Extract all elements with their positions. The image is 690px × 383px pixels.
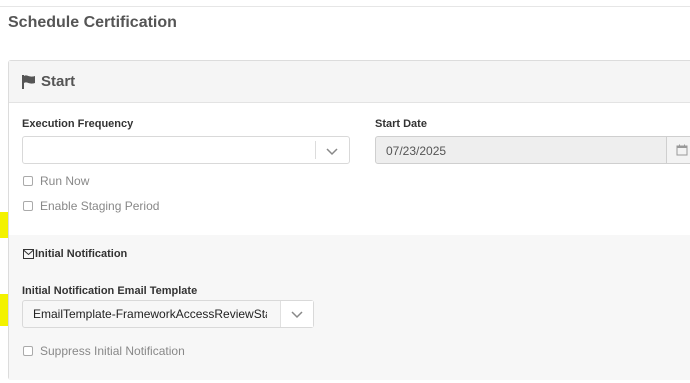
run-now-label: Run Now (40, 174, 90, 188)
checkbox-box[interactable] (23, 201, 33, 211)
checkbox-box[interactable] (23, 176, 33, 186)
email-template-value: EmailTemplate-FrameworkAccessReviewSta (33, 307, 267, 321)
enable-staging-label: Enable Staging Period (40, 199, 160, 213)
email-template-label: Initial Notification Email Template (22, 285, 198, 297)
panel-header: Start (9, 61, 690, 103)
email-template-select[interactable]: EmailTemplate-FrameworkAccessReviewSta (22, 300, 314, 328)
start-date-label: Start Date (375, 118, 427, 130)
envelope-icon (23, 249, 34, 259)
checkbox-box[interactable] (23, 346, 33, 356)
suppress-notification-label: Suppress Initial Notification (40, 344, 185, 358)
select-divider (315, 141, 316, 159)
chevron-down-icon (326, 148, 338, 156)
execution-frequency-label: Execution Frequency (22, 118, 134, 130)
flag-icon (22, 75, 35, 89)
start-date-input[interactable]: 07/23/2025 (375, 136, 667, 164)
execution-frequency-select[interactable] (22, 136, 350, 164)
email-template-dropdown-button[interactable] (280, 301, 313, 327)
panel-title: Start (41, 73, 76, 90)
page-title: Schedule Certification (8, 14, 177, 31)
calendar-button[interactable] (666, 136, 690, 164)
start-panel: Start Execution Frequency Start Date 07/… (8, 60, 690, 380)
calendar-icon (676, 144, 688, 156)
top-divider (0, 6, 690, 7)
chevron-down-icon (291, 311, 303, 319)
